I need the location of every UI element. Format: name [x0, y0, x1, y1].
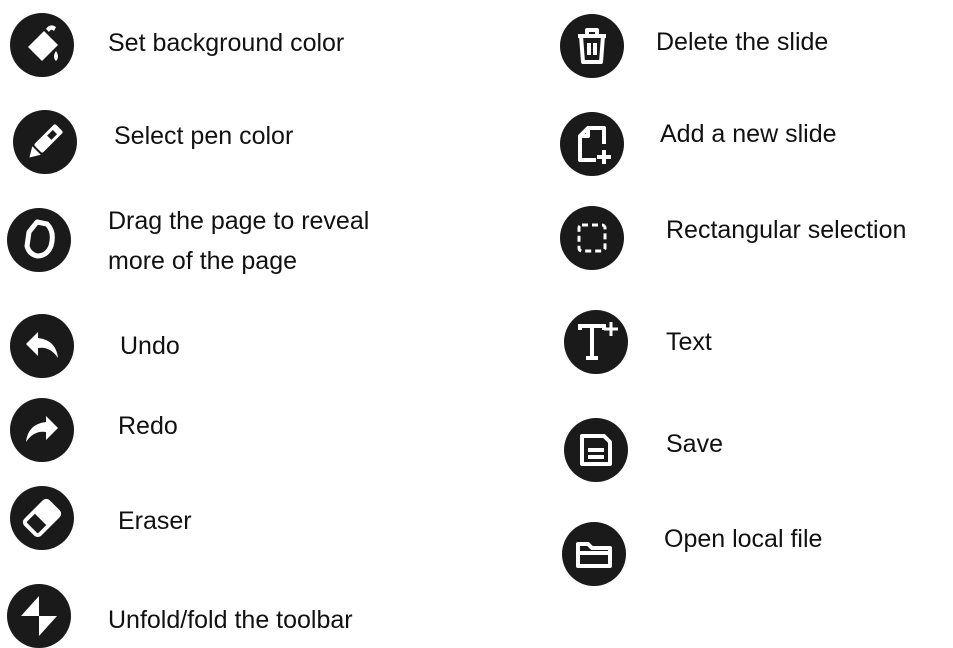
trash-icon [560, 14, 624, 78]
rectangle-selection-icon [560, 206, 624, 270]
save-icon [564, 418, 628, 482]
legend-label: Eraser [118, 507, 192, 535]
legend-label: Redo [118, 412, 178, 440]
legend-label: Set background color [108, 29, 345, 57]
legend-label: Delete the slide [656, 28, 829, 56]
legend-label-line1: Drag the page to reveal [108, 207, 370, 235]
hand-drag-icon [7, 208, 71, 272]
text-add-icon [564, 310, 628, 374]
legend-label: Rectangular selection [666, 216, 907, 244]
toolbar-toggle-icon [7, 584, 71, 648]
legend-label-line2: more of the page [108, 247, 298, 275]
legend-label: Select pen color [114, 122, 294, 150]
legend-label: Text [666, 328, 712, 356]
folder-icon [562, 522, 626, 586]
add-slide-icon [560, 112, 624, 176]
legend-label: Open local file [664, 525, 823, 553]
legend-label: Add a new slide [660, 120, 837, 148]
eraser-icon [10, 486, 74, 550]
pen-icon [13, 110, 77, 174]
legend-label: Save [666, 430, 723, 458]
paint-bucket-icon [10, 13, 74, 77]
undo-icon [10, 314, 74, 378]
redo-icon [10, 398, 74, 462]
legend-label: Undo [120, 332, 180, 360]
legend-label: Unfold/fold the toolbar [108, 606, 353, 634]
